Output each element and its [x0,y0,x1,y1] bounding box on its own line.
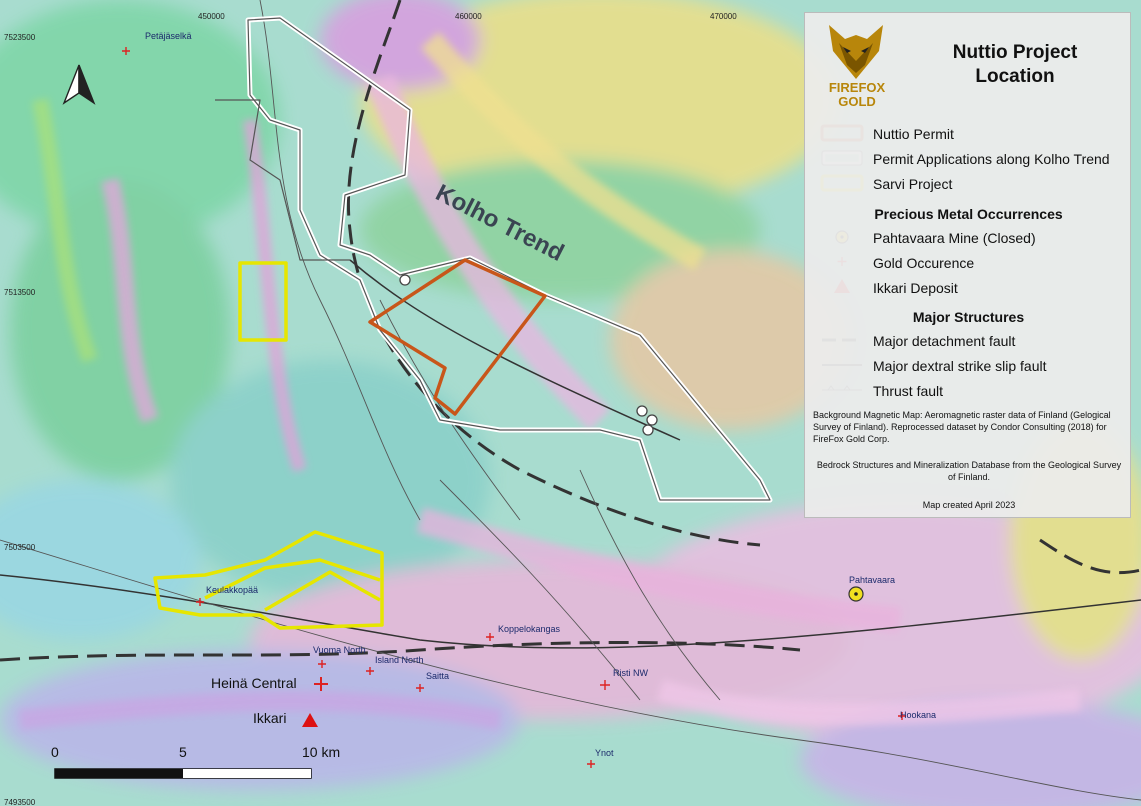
legend-item-nuttio-permit: Nuttio Permit [873,126,954,142]
place-label: Koppelokangas [498,624,561,634]
map-date-note: Map created April 2023 [922,500,1016,510]
occurrences-heading: Precious Metal Occurrences [874,206,1063,222]
place-label: Vuoma North [313,645,366,655]
legend-item-ikkari-deposit: Ikkari Deposit [873,280,958,296]
place-label-major: Ikkari [253,710,287,726]
map-title: Nuttio Project Location [915,41,1115,89]
place-label-major: Heinä Central [211,675,297,691]
x-tick-label: 450000 [198,12,225,21]
database-source-note: Bedrock Structures and Mineralization Da… [816,460,1122,482]
scale-label: 0 [51,744,59,760]
legend-item-sarvi-project: Sarvi Project [873,176,953,192]
title-line: Location [975,66,1055,87]
brand-wordmark: FIREFOX GOLD [821,81,893,109]
place-label: Saitta [426,671,450,681]
legend-item-gold-occurrence: Gold Occurence [873,255,975,271]
place-label: Hookana [900,710,937,720]
place-label: Keulakkopää [206,585,259,595]
x-tick-label: 470000 [710,12,737,21]
place-label: Risti NW [613,668,648,678]
legend-item-permit-applications: Permit Applications along Kolho Trend [873,151,1110,167]
title-line: Nuttio Project [952,42,1078,63]
legend-item-pahtavaara-mine: Pahtavaara Mine (Closed) [873,230,1036,246]
brand-line: FIREFOX [828,80,886,95]
scale-bar [54,768,312,779]
scale-label: 5 [179,744,187,760]
legend-item-thrust-fault: Thrust fault [873,383,944,399]
y-tick-label: 7503500 [4,543,36,552]
legend-item-detachment-fault: Major detachment fault [873,333,1016,349]
y-tick-label: 7513500 [4,288,36,297]
place-label: Pahtavaara [849,575,896,585]
y-tick-label: 7493500 [4,798,36,806]
legend-panel: FIREFOX GOLD Nuttio Project Location Nut… [804,12,1131,518]
legend-item-strike-slip-fault: Major dextral strike slip fault [873,358,1047,374]
y-tick-label: 7523500 [4,33,36,42]
data-source-note: Background Magnetic Map: Aeromagnetic ra… [813,410,1111,444]
structures-heading: Major Structures [912,309,1025,325]
firefox-gold-logo [829,25,883,79]
place-label: Ynot [595,748,614,758]
place-label: Petäjäselkä [145,31,192,41]
scale-label: 10 km [302,744,341,760]
pahtavaara-mine-icon [848,586,864,602]
brand-line: GOLD [838,94,876,109]
x-tick-label: 460000 [455,12,482,21]
place-label: Island North [375,655,424,665]
map: Kolho Trend 450000 460000 470000 7523500… [0,0,1141,806]
